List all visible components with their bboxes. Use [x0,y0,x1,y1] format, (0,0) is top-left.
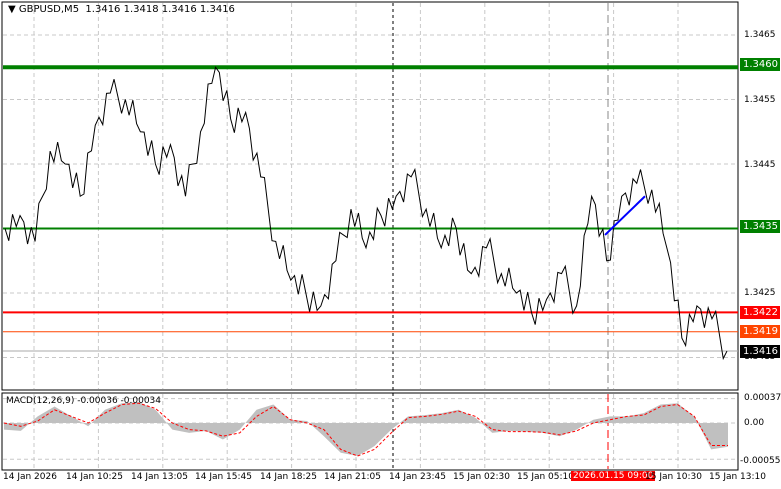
time-label: 14 Jan 23:45 [389,472,446,482]
time-label: 14 Jan 2026 [3,472,57,482]
level-label-1.3422: 1.3422 [740,306,780,319]
level-label-1.3460: 1.3460 [740,58,780,71]
price-tick: 1.3445 [744,160,776,170]
time-label: 14 Jan 15:45 [195,472,252,482]
price-line [4,66,728,361]
chart-canvas[interactable] [0,0,781,489]
macd-histogram [4,401,728,456]
symbol: GBPUSD,M5 [18,4,80,15]
time-label: 15 Jan 10:30 [645,472,702,482]
time-label: 14 Jan 10:25 [66,472,123,482]
time-label: 15 Jan 05:10 [517,472,574,482]
bid-price-label: 1.3416 [740,345,780,358]
chart-window[interactable]: ▼ GBPUSD,M5 1.3416 1.3418 1.3416 1.3416 … [0,0,781,489]
time-label: 2026.01.15 09:00 [571,471,656,481]
ohlc-values: 1.3416 1.3418 1.3416 1.3416 [85,4,235,15]
price-tick: 1.3425 [744,288,776,298]
macd-label: MACD(12,26,9) -0.00036 -0.00034 [6,396,162,406]
chart-title: ▼ GBPUSD,M5 1.3416 1.3418 1.3416 1.3416 [8,4,235,15]
time-label: 15 Jan 02:30 [453,472,510,482]
time-label: 15 Jan 13:10 [709,472,766,482]
macd-tick: 0.00037 [744,393,781,403]
price-tick: 1.3465 [744,30,776,40]
macd-tick: -0.00055 [740,456,781,466]
price-tick: 1.3455 [744,95,776,105]
level-label-1.3435: 1.3435 [740,220,780,233]
time-label: 14 Jan 21:05 [324,472,381,482]
time-label: 14 Jan 18:25 [260,472,317,482]
macd-tick: 0.00 [744,418,765,428]
level-label-1.3419: 1.3419 [740,325,780,338]
time-label: 14 Jan 13:05 [131,472,188,482]
